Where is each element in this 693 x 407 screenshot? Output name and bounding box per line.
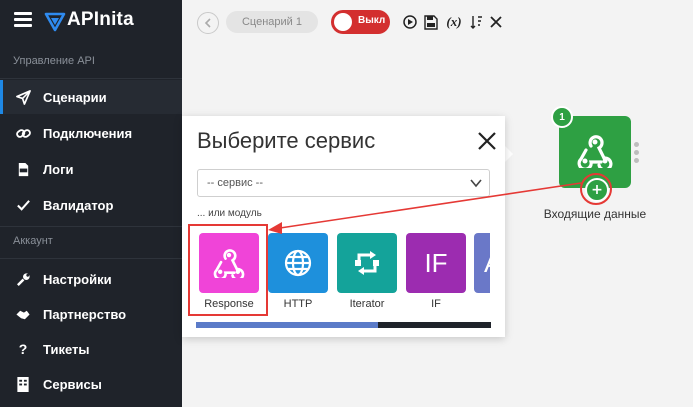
sidebar-item-label: Подключения xyxy=(43,125,133,141)
scenario-active-toggle[interactable]: Выкл xyxy=(331,10,390,34)
brand-name[interactable]: APInita xyxy=(67,9,134,31)
section-title-api: Управление API xyxy=(13,55,95,67)
divider xyxy=(0,226,182,227)
log-icon xyxy=(15,161,31,177)
sidebar-item-label: Сценарии xyxy=(43,89,107,105)
sidebar-item-partnership[interactable]: Партнерство xyxy=(0,297,182,331)
variables-icon[interactable]: (x) xyxy=(444,12,464,32)
module-tile-if[interactable]: IF xyxy=(406,233,466,293)
module-tile-label: HTTP xyxy=(283,298,313,310)
globe-icon xyxy=(284,249,312,277)
wrench-icon xyxy=(15,271,31,287)
iterator-icon xyxy=(355,251,379,275)
brand-header: APInita xyxy=(0,0,182,42)
or-module-label: ... или модуль xyxy=(197,208,262,219)
module-tile-http[interactable] xyxy=(268,233,328,293)
module-tile-iterator[interactable] xyxy=(337,233,397,293)
sidebar-item-label: Валидатор xyxy=(43,197,114,213)
module-tile-partial[interactable]: A xyxy=(474,233,490,293)
service-select-value: -- сервис -- xyxy=(207,177,263,189)
if-tile-text: IF xyxy=(424,247,448,278)
sidebar: APInita Управление API Сценарии Подключе… xyxy=(0,0,182,407)
sidebar-item-validator[interactable]: Валидатор xyxy=(0,188,182,222)
tiles-scrollbar[interactable] xyxy=(196,322,491,328)
close-icon[interactable] xyxy=(476,130,498,152)
node-caption: Входящие данные xyxy=(543,207,647,221)
chevron-left-icon xyxy=(204,18,211,28)
sidebar-item-label: Сервисы xyxy=(43,376,102,392)
add-module-button[interactable]: + xyxy=(585,178,609,202)
sidebar-item-scenarios[interactable]: Сценарии xyxy=(0,80,182,114)
sort-icon[interactable] xyxy=(469,12,485,32)
webhook-icon xyxy=(577,135,613,168)
section-title-account: Аккаунт xyxy=(13,235,53,247)
node-order-badge: 1 xyxy=(551,106,573,128)
save-icon[interactable] xyxy=(423,12,439,32)
back-button[interactable] xyxy=(197,12,219,34)
scenario-name-pill[interactable]: Сценарий 1 xyxy=(226,11,318,33)
partial-tile-text: A xyxy=(484,248,490,279)
logo-icon xyxy=(44,12,66,32)
node-drag-handle-icon[interactable] xyxy=(634,142,640,166)
play-icon[interactable] xyxy=(402,12,418,32)
check-icon xyxy=(15,197,31,213)
modal-title: Выберите сервис xyxy=(197,128,376,153)
sidebar-item-label: Партнерство xyxy=(43,306,127,322)
sidebar-item-tickets[interactable]: ? Тикеты xyxy=(0,332,182,366)
link-icon xyxy=(15,125,31,141)
close-icon[interactable] xyxy=(488,12,504,32)
question-icon: ? xyxy=(18,341,28,357)
sidebar-item-label: Настройки xyxy=(43,271,112,287)
handshake-icon xyxy=(15,306,31,322)
module-tile-label: IF xyxy=(431,298,441,310)
sidebar-item-label: Логи xyxy=(43,161,74,177)
sidebar-item-logs[interactable]: Логи xyxy=(0,152,182,186)
module-tile-label: Iterator xyxy=(349,298,385,310)
modal-pointer xyxy=(505,146,513,162)
annotation-highlight-box xyxy=(188,224,268,316)
hamburger-menu-icon[interactable] xyxy=(14,12,32,28)
sidebar-item-label: Тикеты xyxy=(43,341,90,357)
service-select[interactable]: -- сервис -- xyxy=(197,169,490,197)
sidebar-item-services[interactable]: Сервисы xyxy=(0,367,182,401)
chevron-down-icon xyxy=(470,179,482,188)
scrollbar-thumb[interactable] xyxy=(196,322,378,328)
services-icon xyxy=(15,376,31,392)
divider xyxy=(0,258,182,259)
sidebar-item-connections[interactable]: Подключения xyxy=(0,116,182,150)
toggle-label: Выкл xyxy=(358,15,386,26)
send-icon xyxy=(15,89,31,105)
divider xyxy=(0,78,182,79)
sidebar-item-settings[interactable]: Настройки xyxy=(0,262,182,296)
toggle-knob xyxy=(334,13,352,31)
